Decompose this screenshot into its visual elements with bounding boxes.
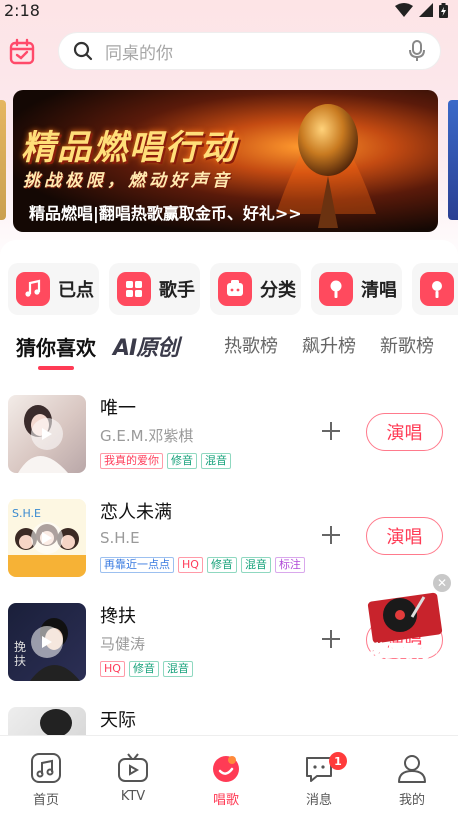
tag: 再靠近一点点 [100,557,174,573]
sing-button[interactable]: 演唱 [366,517,443,555]
svg-text:S.H.E: S.H.E [12,507,41,520]
nav-ktv[interactable]: KTV [87,736,179,820]
banner-prev-peek [0,100,6,220]
status-time: 2:18 [4,0,40,20]
banner-carousel[interactable]: 精品燃唱行动 挑战极限，燃动好声音 精品燃唱|翻唱热歌赢取金币、好礼>> [0,90,458,232]
nav-label: KTV [120,789,146,804]
song-tags: 再靠近一点点 HQ 修音 混音 标注 [100,557,305,573]
song-tags: HQ 修音 混音 [100,661,193,677]
status-bar: 2:18 [0,0,458,20]
tag: HQ [100,661,125,677]
quick-action-label: 歌手 [159,280,195,301]
quick-action-ordered[interactable]: 已点 [8,263,99,315]
add-icon[interactable] [320,524,342,546]
song-title: 搀扶 [100,606,136,627]
tag: HQ [178,557,203,573]
nav-messages[interactable]: 1 消息 [273,736,365,820]
cover-art [40,709,72,735]
tab-ai-original[interactable]: AI原创 [113,330,179,362]
active-tab-indicator [38,366,74,370]
song-tags: 我真的爱你 修音 混音 [100,453,231,469]
song-artist: 马健涛 [100,635,146,653]
tab-guess-you-like[interactable]: 猜你喜欢 [16,332,96,361]
quick-action-label: 分类 [260,280,296,301]
unread-badge: 1 [329,752,347,770]
home-vinyl-icon [31,753,61,783]
tab-hot-songs[interactable]: 热歌榜 [224,332,278,358]
microphone-icon[interactable] [408,40,426,62]
song-cover[interactable]: 挽扶 [8,603,86,681]
nav-sing[interactable]: 唱歌 [180,736,272,820]
svg-text:挽: 挽 [14,640,26,654]
song-cover[interactable]: S.H.E [8,499,86,577]
bottom-navigation: 首页 KTV 唱歌 1 消息 我的 [0,735,458,820]
quick-action-category[interactable]: 分类 [210,263,301,315]
banner-title: 精品燃唱行动 [21,128,237,168]
more-action-icon [420,272,454,306]
song-title: 恋人未满 [100,502,172,523]
nav-label: 我的 [398,793,425,808]
tag: 标注 [274,557,305,573]
tag: 混音 [240,557,271,573]
nav-home[interactable]: 首页 [0,736,92,820]
quick-action-singers[interactable]: 歌手 [109,263,200,315]
song-title: 天际 [100,710,136,731]
tv-icon [118,753,148,782]
song-cover[interactable] [8,707,86,735]
nav-label: 消息 [305,793,332,808]
search-icon [73,41,93,61]
mic-icon [319,272,353,306]
music-note-icon [16,272,50,306]
banner-subtitle: 挑战极限，燃动好声音 [23,171,233,191]
play-icon[interactable] [31,522,63,554]
song-item[interactable]: 天际 [0,704,458,735]
battery-icon [439,2,448,18]
quick-actions: 已点 歌手 分类 清唱 [8,263,458,315]
quick-action-more[interactable] [412,263,458,315]
search-placeholder: 同桌的你 [105,43,173,64]
floating-ad-text: 秘要歌手 [368,642,438,662]
song-item[interactable]: 唯一 G.E.M.邓紫棋 我真的爱你 修音 混音 演唱 [0,392,458,484]
add-icon[interactable] [320,420,342,442]
quick-action-acapella[interactable]: 清唱 [311,263,402,315]
quick-action-label: 清唱 [361,280,397,301]
tag: 修音 [206,557,237,573]
category-tabs: 猜你喜欢 AI原创 热歌榜 飙升榜 新歌榜 [0,330,458,374]
wifi-icon [395,3,413,17]
status-icons [395,2,448,18]
close-icon[interactable]: ✕ [433,574,451,592]
nav-profile[interactable]: 我的 [366,736,458,820]
tag: 混音 [162,661,193,677]
sing-button[interactable]: 演唱 [366,413,443,451]
song-artist: G.E.M.邓紫棋 [100,427,194,445]
tag: 混音 [201,453,231,469]
tag: 修音 [167,453,197,469]
song-cover[interactable] [8,395,86,473]
quick-action-label: 已点 [58,280,94,301]
header: 同桌的你 [0,32,458,72]
category-icon [218,272,252,306]
tag: 修音 [128,661,159,677]
sing-icon [213,756,239,782]
search-input[interactable]: 同桌的你 [58,32,441,70]
tab-new-songs[interactable]: 新歌榜 [380,332,434,358]
song-title: 唯一 [100,398,136,419]
signal-icon [419,3,433,17]
nav-label: 唱歌 [212,793,239,808]
banner-next-peek [448,100,458,220]
tag: 我真的爱你 [100,453,163,469]
profile-icon [398,755,426,783]
svg-text:扶: 扶 [14,653,26,668]
banner-caption[interactable]: 精品燃唱|翻唱热歌赢取金币、好礼>> [29,200,302,224]
nav-label: 首页 [32,793,59,808]
add-icon[interactable] [320,628,342,650]
song-artist: S.H.E [100,529,140,547]
play-icon[interactable] [31,626,63,658]
calendar-icon[interactable] [8,38,36,66]
play-icon[interactable] [31,418,63,450]
tab-rising[interactable]: 飙升榜 [302,332,356,358]
banner-card[interactable]: 精品燃唱行动 挑战极限，燃动好声音 精品燃唱|翻唱热歌赢取金币、好礼>> [13,90,438,232]
grid-icon [117,272,151,306]
